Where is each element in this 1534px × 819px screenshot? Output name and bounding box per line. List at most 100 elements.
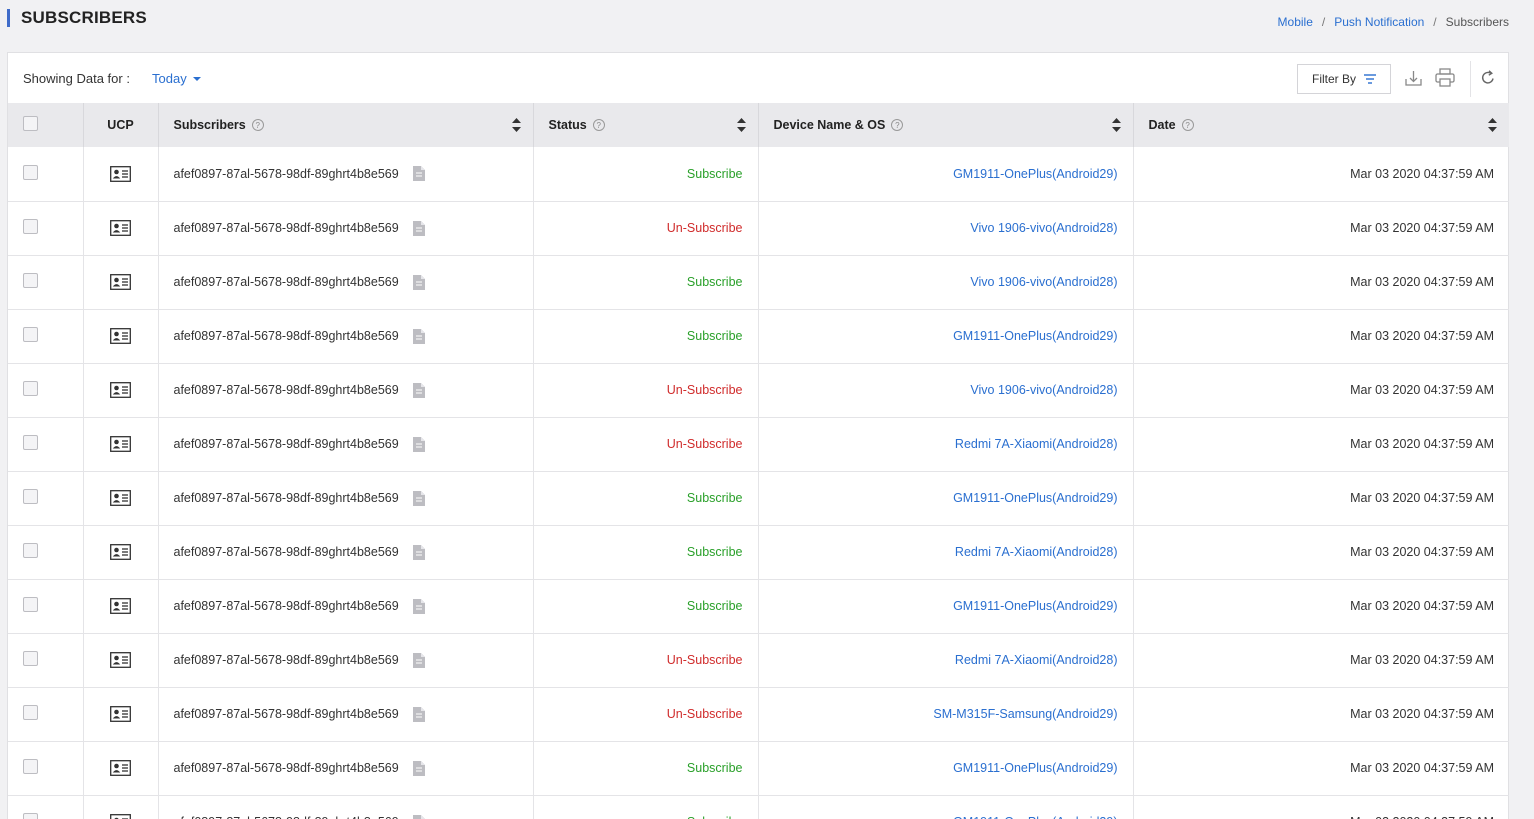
sort-icon[interactable]	[1488, 118, 1497, 132]
row-checkbox[interactable]	[23, 164, 38, 180]
row-checkbox[interactable]	[23, 273, 38, 288]
download-icon[interactable]	[1405, 69, 1422, 87]
help-icon[interactable]: ?	[592, 119, 605, 131]
contact-card-icon[interactable]	[110, 328, 131, 344]
contact-card-icon[interactable]	[110, 274, 131, 290]
date-cell: Mar 03 2020 04:37:59 AM	[1133, 633, 1509, 688]
copy-icon[interactable]	[412, 220, 425, 236]
subscriber-id-cell: afef0897-87al-5678-98df-89ghrt4b8e569	[158, 417, 534, 472]
column-header-subscribers[interactable]: Subscribers?	[158, 103, 534, 147]
table-row: afef0897-87al-5678-98df-89ghrt4b8e569 Su…	[8, 309, 1509, 364]
date-text: Mar 03 2020 04:37:59 AM	[1350, 275, 1494, 289]
contact-card-icon[interactable]	[110, 760, 131, 776]
copy-icon[interactable]	[412, 706, 425, 722]
status-cell: Un-Subscribe	[533, 201, 759, 256]
contact-card-icon[interactable]	[110, 544, 131, 560]
device-link[interactable]: Vivo 1906-vivo(Android28)	[970, 221, 1117, 235]
status-cell: Subscribe	[533, 525, 759, 580]
ucp-cell	[83, 579, 159, 634]
copy-icon[interactable]	[412, 544, 425, 560]
table-row: afef0897-87al-5678-98df-89ghrt4b8e569 Un…	[8, 633, 1509, 688]
subscriber-id: afef0897-87al-5678-98df-89ghrt4b8e569	[174, 815, 399, 819]
ucp-cell	[83, 795, 159, 819]
row-checkbox[interactable]	[23, 813, 38, 819]
status-text: Subscribe	[686, 166, 743, 181]
device-link[interactable]: Redmi 7A-Xiaomi(Android28)	[955, 653, 1118, 667]
refresh-icon[interactable]	[1481, 70, 1495, 85]
copy-icon[interactable]	[412, 328, 425, 344]
status-cell: Subscribe	[533, 579, 759, 634]
row-checkbox[interactable]	[23, 327, 38, 342]
copy-icon[interactable]	[412, 490, 425, 506]
device-link[interactable]: GM1911-OnePlus(Android29)	[953, 491, 1117, 505]
copy-icon[interactable]	[412, 166, 425, 182]
copy-icon[interactable]	[412, 274, 425, 290]
row-checkbox[interactable]	[23, 543, 38, 558]
contact-card-icon[interactable]	[110, 814, 131, 819]
help-icon[interactable]: ?	[891, 119, 904, 131]
row-checkbox[interactable]	[23, 435, 38, 450]
column-header-device[interactable]: Device Name & OS?	[758, 103, 1134, 147]
breadcrumb-mobile[interactable]: Mobile	[1278, 15, 1313, 29]
row-checkbox[interactable]	[23, 219, 38, 234]
status-text: Subscribe	[687, 815, 743, 819]
contact-card-icon[interactable]	[110, 490, 131, 506]
breadcrumb-push-notification[interactable]: Push Notification	[1334, 15, 1424, 29]
device-link[interactable]: Redmi 7A-Xiaomi(Android28)	[955, 545, 1118, 559]
column-header-date[interactable]: Date?	[1133, 103, 1509, 147]
copy-icon[interactable]	[412, 814, 425, 819]
sort-icon[interactable]	[511, 118, 521, 132]
contact-card-icon[interactable]	[110, 382, 131, 398]
row-checkbox[interactable]	[23, 651, 38, 666]
sort-icon[interactable]	[1111, 118, 1121, 132]
row-checkbox[interactable]	[23, 489, 38, 504]
showing-data-label: Showing Data for :	[23, 71, 130, 86]
contact-card-icon[interactable]	[110, 220, 131, 236]
device-link[interactable]: GM1911-OnePlus(Android29)	[953, 815, 1117, 819]
subscriber-id: afef0897-87al-5678-98df-89ghrt4b8e569	[173, 653, 399, 667]
date-text: Mar 03 2020 04:37:59 AM	[1350, 599, 1494, 613]
copy-icon[interactable]	[412, 760, 425, 776]
contact-card-icon[interactable]	[110, 598, 131, 614]
date-text: Mar 03 2020 04:37:59 AM	[1350, 329, 1494, 343]
print-icon[interactable]	[1435, 68, 1455, 87]
copy-icon[interactable]	[412, 652, 425, 668]
help-icon[interactable]: ?	[251, 119, 264, 131]
contact-card-icon[interactable]	[110, 706, 131, 722]
device-link[interactable]: Redmi 7A-Xiaomi(Android28)	[955, 437, 1118, 451]
device-link[interactable]: GM1911-OnePlus(Android29)	[953, 761, 1117, 775]
contact-card-icon[interactable]	[110, 652, 131, 668]
date-range-dropdown[interactable]: Today	[152, 71, 201, 86]
device-cell: Redmi 7A-Xiaomi(Android28)	[758, 633, 1134, 688]
row-checkbox[interactable]	[23, 705, 38, 720]
help-icon[interactable]: ?	[1181, 119, 1194, 131]
ucp-cell	[83, 309, 159, 364]
ucp-cell	[83, 363, 159, 418]
date-text: Mar 03 2020 04:37:59 AM	[1350, 221, 1494, 235]
row-checkbox[interactable]	[23, 597, 38, 612]
device-link[interactable]: GM1911-OnePlus(Android29)	[953, 167, 1117, 181]
date-text: Mar 03 2020 04:37:59 AM	[1350, 166, 1494, 181]
copy-icon[interactable]	[412, 436, 425, 452]
row-checkbox[interactable]	[23, 759, 38, 774]
row-checkbox[interactable]	[23, 381, 38, 396]
select-all-checkbox[interactable]	[23, 116, 38, 131]
row-select-cell	[8, 147, 84, 202]
filter-by-button[interactable]: Filter By	[1297, 64, 1391, 94]
copy-icon[interactable]	[412, 382, 425, 398]
device-link[interactable]: GM1911-OnePlus(Android29)	[953, 329, 1117, 343]
copy-icon[interactable]	[412, 598, 425, 614]
status-cell: Subscribe	[533, 147, 759, 202]
sort-icon[interactable]	[736, 118, 746, 132]
breadcrumb-separator: /	[1433, 15, 1437, 29]
device-link[interactable]: GM1911-OnePlus(Android29)	[953, 599, 1117, 613]
device-link[interactable]: SM-M315F-Samsung(Android29)	[933, 707, 1117, 721]
contact-card-icon[interactable]	[110, 165, 131, 182]
column-header-status[interactable]: Status?	[533, 103, 759, 147]
contact-card-icon[interactable]	[110, 436, 131, 452]
row-select-cell	[8, 579, 84, 634]
status-cell: Subscribe	[533, 309, 759, 364]
device-link[interactable]: Vivo 1906-vivo(Android28)	[970, 383, 1117, 397]
device-link[interactable]: Vivo 1906-vivo(Android28)	[970, 275, 1117, 289]
breadcrumb-separator: /	[1321, 15, 1326, 29]
